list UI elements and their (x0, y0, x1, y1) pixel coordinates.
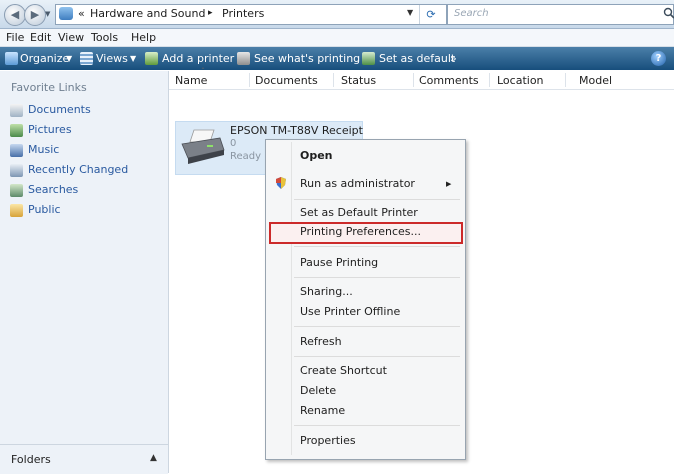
address-bar[interactable]: « Hardware and Sound ▸ Printers ▼ ⟳ (55, 4, 447, 25)
menu-item-delete[interactable]: Delete (300, 384, 336, 397)
printer-name: EPSON TM-T88V Receipt (230, 124, 363, 137)
organize-button[interactable]: Organize (20, 52, 69, 65)
column-model[interactable]: Model (579, 74, 612, 87)
favorite-link-label: Pictures (28, 123, 72, 136)
menu-separator (294, 199, 460, 200)
menu-separator (294, 356, 460, 357)
search-icon[interactable] (663, 7, 674, 19)
menu-item-rename[interactable]: Rename (300, 404, 345, 417)
favorite-links-heading: Favorite Links (11, 81, 87, 94)
menu-item-run-as-administrator[interactable]: Run as administrator (300, 177, 415, 190)
folders-toggle[interactable]: Folders ▲ (0, 444, 168, 474)
set-default-icon (362, 52, 375, 65)
menu-item-properties[interactable]: Properties (300, 434, 356, 447)
menu-icon-gutter (291, 142, 292, 455)
column-divider[interactable] (565, 73, 566, 87)
column-divider[interactable] (413, 73, 414, 87)
breadcrumb-hardware-and-sound[interactable]: Hardware and Sound (90, 7, 205, 20)
public-folder-icon (10, 204, 23, 217)
recent-pages-dropdown[interactable]: ▼ (45, 10, 50, 18)
printer-context-menu: Open Run as administrator ▶ Set as Defau… (265, 139, 466, 460)
printer-document-count: 0 (230, 138, 236, 149)
column-comments[interactable]: Comments (419, 74, 479, 87)
help-icon[interactable]: ? (651, 51, 666, 66)
control-panel-icon (59, 7, 73, 20)
add-printer-icon (145, 52, 158, 65)
menu-item-refresh[interactable]: Refresh (300, 335, 342, 348)
favorite-link-label: Public (28, 203, 61, 216)
views-button[interactable]: Views (96, 52, 128, 65)
menu-item-open[interactable]: Open (300, 149, 333, 162)
menu-view[interactable]: View (58, 31, 84, 44)
views-icon (80, 52, 93, 65)
navigation-pane: Favorite Links Documents Pictures Music … (0, 71, 169, 473)
column-header-row: Name ˆ Documents Status Comments Locatio… (169, 71, 674, 90)
sort-indicator-icon: ˆ (201, 67, 205, 76)
print-queue-icon (237, 52, 250, 65)
submenu-arrow-icon: ▶ (446, 180, 451, 188)
menu-separator (294, 246, 460, 247)
menu-file[interactable]: File (6, 31, 24, 44)
search-input[interactable]: Search (454, 8, 489, 19)
organize-dropdown-icon[interactable]: ▼ (66, 54, 72, 63)
command-toolbar: Organize ▼ Views ▼ Add a printer See wha… (0, 47, 674, 70)
views-dropdown-icon[interactable]: ▼ (130, 54, 136, 63)
breadcrumb-overflow[interactable]: « (78, 7, 85, 20)
address-dropdown-arrow[interactable]: ▼ (407, 8, 413, 17)
menu-help[interactable]: Help (131, 31, 156, 44)
column-status[interactable]: Status (341, 74, 376, 87)
menu-item-use-printer-offline[interactable]: Use Printer Offline (300, 305, 400, 318)
set-as-default-button[interactable]: Set as default (379, 52, 455, 65)
menu-separator (294, 277, 460, 278)
chevron-up-icon[interactable]: ▲ (150, 453, 157, 463)
recently-changed-icon (10, 164, 23, 177)
search-box[interactable]: Search (447, 4, 674, 25)
breadcrumb-printers[interactable]: Printers (222, 7, 264, 20)
printer-status: Ready (230, 151, 261, 162)
column-location[interactable]: Location (497, 74, 544, 87)
forward-button[interactable]: ▶ (24, 4, 46, 26)
back-button[interactable]: ◀ (4, 4, 26, 26)
refresh-icon[interactable]: ⟳ (419, 5, 442, 24)
more-commands-button[interactable]: » (450, 52, 457, 65)
address-bar-area: ◀ ▶ ▼ « Hardware and Sound ▸ Printers ▼ … (0, 0, 674, 29)
menu-separator (294, 425, 460, 426)
menu-item-set-default-printer[interactable]: Set as Default Printer (300, 206, 418, 219)
menu-item-pause-printing[interactable]: Pause Printing (300, 256, 378, 269)
column-divider[interactable] (489, 73, 490, 87)
menu-edit[interactable]: Edit (30, 31, 51, 44)
favorite-link-label: Recently Changed (28, 163, 128, 176)
see-whats-printing-button[interactable]: See what's printing (254, 52, 360, 65)
menu-bar: File Edit View Tools Help (0, 29, 674, 47)
favorite-link-label: Documents (28, 103, 91, 116)
menu-item-printing-preferences[interactable]: Printing Preferences... (300, 225, 421, 238)
searches-icon (10, 184, 23, 197)
documents-icon (10, 104, 23, 117)
uac-shield-icon (276, 177, 286, 189)
music-icon (10, 144, 23, 157)
folders-label: Folders (11, 453, 51, 466)
column-documents[interactable]: Documents (255, 74, 318, 87)
printer-icon (180, 128, 226, 168)
pictures-icon (10, 124, 23, 137)
column-divider[interactable] (333, 73, 334, 87)
menu-item-sharing[interactable]: Sharing... (300, 285, 353, 298)
column-divider[interactable] (249, 73, 250, 87)
breadcrumb-separator[interactable]: ▸ (208, 8, 213, 18)
menu-item-create-shortcut[interactable]: Create Shortcut (300, 364, 387, 377)
favorite-link-label: Searches (28, 183, 78, 196)
add-printer-button[interactable]: Add a printer (162, 52, 234, 65)
organize-icon (5, 52, 18, 65)
menu-tools[interactable]: Tools (91, 31, 118, 44)
menu-separator (294, 326, 460, 327)
favorite-link-label: Music (28, 143, 59, 156)
